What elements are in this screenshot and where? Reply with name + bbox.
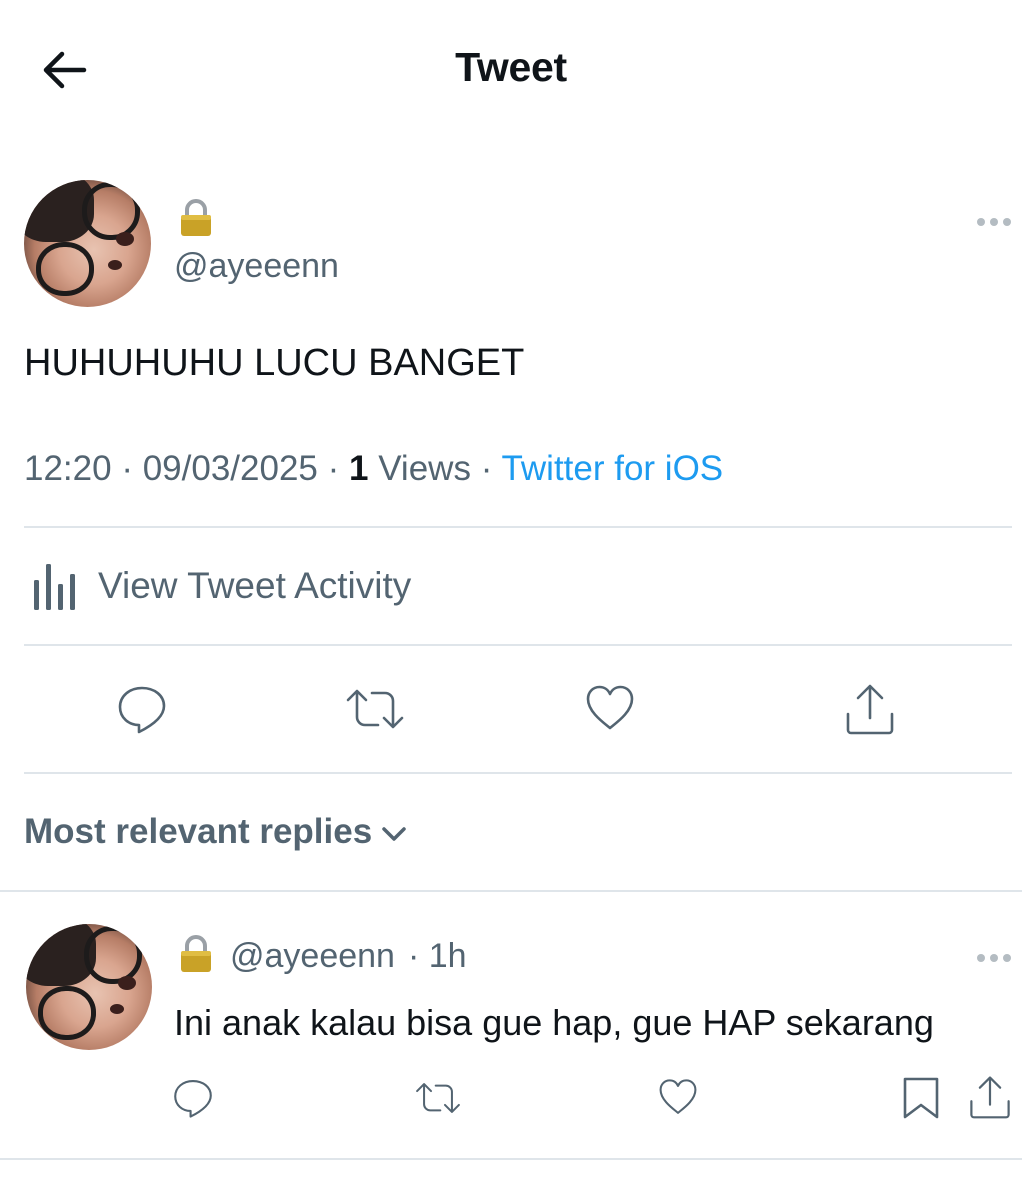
avatar[interactable] — [24, 180, 151, 307]
more-options-icon[interactable] — [974, 950, 1014, 966]
lock-icon — [176, 934, 216, 974]
tweet-source-link[interactable]: Twitter for iOS — [501, 449, 723, 488]
reply-button[interactable] — [116, 683, 168, 735]
retweet-button[interactable] — [414, 1080, 462, 1116]
tweet-time: 12:20 — [24, 449, 112, 488]
share-icon — [846, 684, 894, 735]
bookmark-icon — [903, 1077, 939, 1119]
divider — [0, 890, 1022, 892]
divider — [24, 772, 1012, 774]
tweet-handle[interactable]: @ayeeenn — [174, 247, 339, 286]
bookmark-button[interactable] — [900, 1075, 942, 1121]
views-label: Views — [378, 449, 471, 488]
tweet-text: HUHUHUHU LUCU BANGET — [24, 342, 525, 384]
like-button[interactable] — [657, 1078, 699, 1116]
reply-text: Ini anak kalau bisa gue hap, gue HAP sek… — [174, 1002, 934, 1043]
retweet-icon — [416, 1083, 460, 1113]
share-button[interactable] — [844, 682, 896, 736]
share-button[interactable] — [968, 1074, 1012, 1120]
meta-separator: · — [121, 449, 133, 488]
chevron-down-icon — [380, 824, 408, 844]
tweet-date: 09/03/2025 — [142, 449, 318, 488]
view-tweet-activity-label: View Tweet Activity — [98, 565, 412, 606]
reply-avatar[interactable] — [26, 924, 152, 1050]
like-icon — [586, 685, 634, 730]
reply-handle[interactable]: @ayeeenn — [230, 937, 395, 976]
divider — [0, 1158, 1022, 1160]
tweet-meta: 12:20 · 09/03/2025 · 1 Views · Twitter f… — [24, 449, 723, 489]
reply-icon — [118, 686, 166, 734]
replies-sort-label: Most relevant replies — [24, 812, 373, 851]
reply-button[interactable] — [172, 1077, 214, 1119]
share-icon — [970, 1076, 1010, 1119]
like-icon — [659, 1079, 697, 1114]
lock-icon — [176, 198, 216, 238]
reply-time: · 1h — [408, 937, 467, 975]
meta-separator: · — [327, 449, 340, 488]
page-title: Tweet — [455, 44, 567, 90]
reply-icon — [174, 1079, 212, 1118]
retweet-icon — [346, 689, 404, 729]
divider — [24, 526, 1012, 528]
meta-separator: · — [480, 449, 493, 488]
view-count: 1 — [349, 449, 369, 488]
divider — [24, 644, 1012, 646]
more-options-icon[interactable] — [974, 214, 1014, 230]
retweet-button[interactable] — [344, 686, 406, 732]
replies-sort-dropdown[interactable]: Most relevant replies — [24, 812, 408, 852]
like-button[interactable] — [584, 684, 636, 732]
bar-chart-icon — [24, 562, 76, 612]
